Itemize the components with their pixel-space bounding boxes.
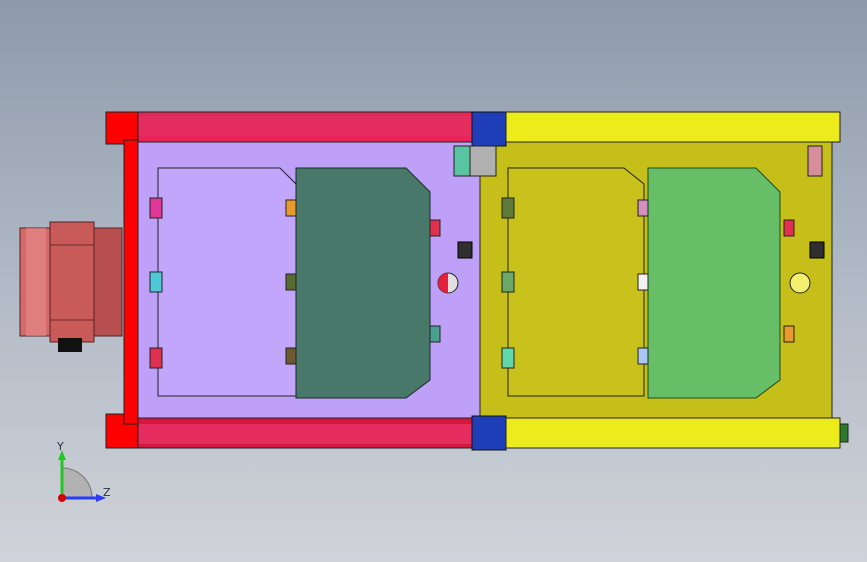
- right-edge-green: [839, 423, 849, 443]
- bottom-yellow-rail[interactable]: [505, 417, 841, 449]
- center-spacer-top-gray: [469, 145, 497, 177]
- blue-block-top[interactable]: [471, 111, 507, 147]
- blue-block-bottom[interactable]: [471, 415, 507, 451]
- resistor-purple-right-2: [429, 325, 441, 343]
- cad-viewport[interactable]: [0, 0, 867, 562]
- z-axis-label: Z: [103, 486, 111, 499]
- status-led-right: [789, 272, 811, 294]
- top-red-rail[interactable]: [105, 111, 473, 145]
- y-axis-label: Y: [57, 440, 64, 453]
- ic-chip-right: [809, 241, 825, 259]
- resistor-bottom-right: [783, 325, 795, 343]
- ic-chip-left: [457, 241, 473, 259]
- resistor-purple-right: [429, 219, 441, 237]
- right-edge-pink: [807, 145, 823, 177]
- light-green-board[interactable]: [647, 167, 781, 399]
- connector-cylinder[interactable]: [19, 221, 123, 352]
- dark-green-board[interactable]: [295, 167, 431, 399]
- left-red-rail[interactable]: [123, 139, 139, 425]
- resistor-top-right: [783, 219, 795, 237]
- top-yellow-rail[interactable]: [505, 111, 841, 143]
- status-led-left: [437, 272, 459, 294]
- axis-triad: Y Z: [48, 440, 118, 510]
- bottom-red-rail[interactable]: [105, 413, 473, 449]
